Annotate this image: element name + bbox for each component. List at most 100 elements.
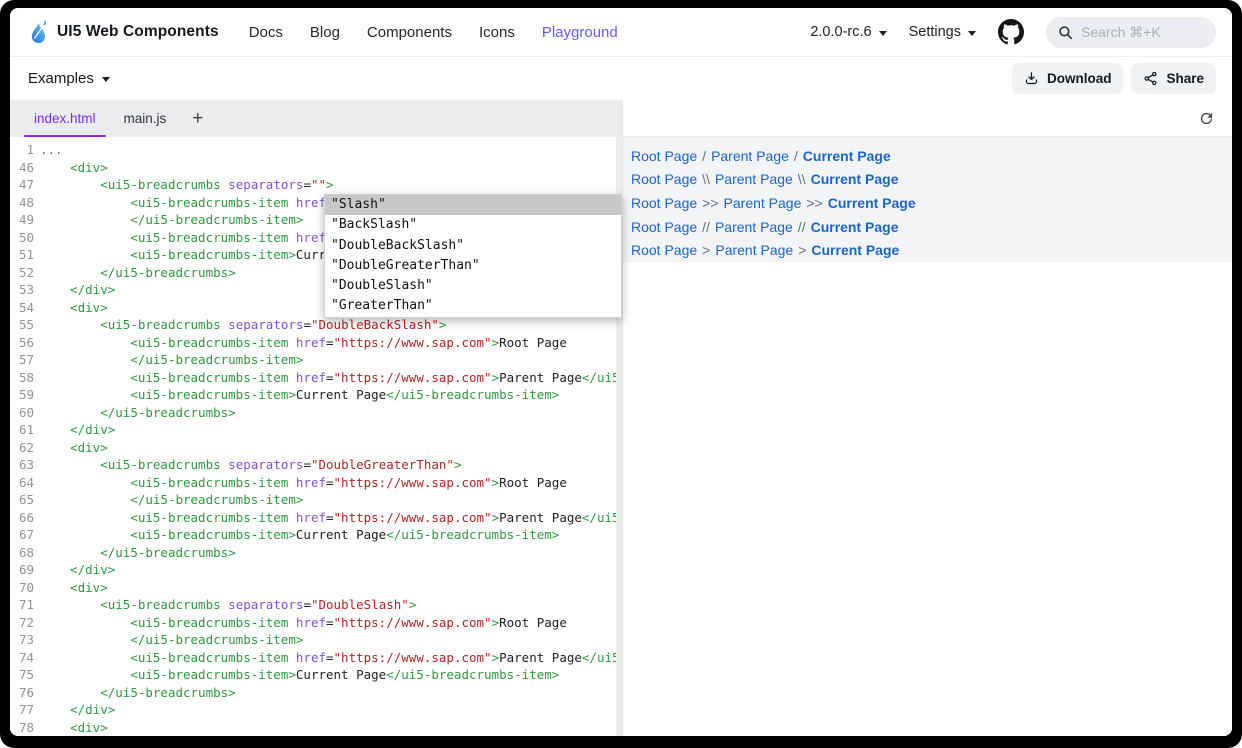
breadcrumb-link[interactable]: Root Page (631, 171, 697, 187)
download-button[interactable]: Download (1012, 63, 1124, 94)
add-tab-button[interactable]: + (180, 100, 215, 137)
breadcrumb-link[interactable]: Parent Page (715, 219, 793, 235)
code-line-content: <ui5-breadcrumbs-item href="https://www.… (40, 474, 567, 492)
line-number: 50 (10, 229, 34, 247)
code-line-content: <ui5-breadcrumbs-item href="https://www.… (40, 614, 567, 632)
download-label: Download (1047, 71, 1112, 86)
nav-link-docs[interactable]: Docs (249, 24, 283, 41)
code-line: 62 <div> (10, 439, 622, 457)
code-line: 77 </div> (10, 701, 622, 719)
code-line-content: <ui5-breadcrumbs-item href="https://www.… (40, 369, 622, 387)
code-line-content: </ui5-breadcrumbs> (40, 684, 236, 702)
breadcrumb-link[interactable]: Parent Page (724, 195, 802, 211)
breadcrumb-link[interactable]: Root Page (631, 195, 697, 211)
breadcrumb-link[interactable]: Root Page (631, 148, 697, 164)
refresh-button[interactable] (1198, 110, 1215, 127)
line-number: 55 (10, 316, 34, 334)
code-line: 59 <ui5-breadcrumbs-item>Current Page</u… (10, 386, 622, 404)
nav-link-icons[interactable]: Icons (479, 24, 515, 41)
code-line: 58 <ui5-breadcrumbs-item href="https://w… (10, 369, 622, 387)
line-number: 52 (10, 264, 34, 282)
breadcrumb-separator: / (702, 148, 706, 164)
nav-link-blog[interactable]: Blog (310, 24, 340, 41)
code-line-content: <div> (40, 299, 108, 317)
code-line-content: </ui5-breadcrumbs-item> (40, 631, 303, 649)
autocomplete-option[interactable]: "Slash" (325, 195, 621, 215)
code-line: 46 <div> (10, 159, 622, 177)
github-link[interactable] (998, 19, 1024, 45)
breadcrumb-link[interactable]: Parent Page (715, 242, 793, 258)
code-line: 57 </ui5-breadcrumbs-item> (10, 351, 622, 369)
code-line-content: </ui5-breadcrumbs-item> (40, 351, 303, 369)
code-line-content: </ui5-breadcrumbs> (40, 544, 236, 562)
autocomplete-option[interactable]: "DoubleSlash" (325, 276, 621, 296)
code-line: 69 </div> (10, 561, 622, 579)
breadcrumb-separator: / (794, 148, 798, 164)
breadcrumb-current: Current Page (811, 171, 899, 187)
code-line-content: </div> (40, 281, 115, 299)
code-line: 63 <ui5-breadcrumbs separators="DoubleGr… (10, 456, 622, 474)
autocomplete-option[interactable]: "GreaterThan" (325, 296, 621, 316)
tab-main-js[interactable]: main.js (110, 100, 181, 137)
line-number: 76 (10, 684, 34, 702)
autocomplete-option[interactable]: "BackSlash" (325, 215, 621, 235)
search-input[interactable]: Search ⌘+K (1046, 17, 1216, 48)
code-line: 64 <ui5-breadcrumbs-item href="https://w… (10, 474, 622, 492)
settings-dropdown[interactable]: Settings (909, 24, 976, 40)
line-number: 48 (10, 194, 34, 212)
search-icon (1058, 25, 1073, 40)
share-button[interactable]: Share (1131, 63, 1216, 94)
code-line: 74 <ui5-breadcrumbs-item href="https://w… (10, 649, 622, 667)
code-line: 70 <div> (10, 579, 622, 597)
ui5-flame-logo-icon (28, 19, 49, 46)
line-number: 53 (10, 281, 34, 299)
breadcrumbs-row: Root Page>>Parent Page>>Current Page (631, 191, 1232, 215)
preview-canvas: Root Page/Parent Page/Current PageRoot P… (623, 137, 1232, 262)
line-number: 75 (10, 666, 34, 684)
autocomplete-option[interactable]: "DoubleGreaterThan" (325, 256, 621, 276)
code-line: 68 </ui5-breadcrumbs> (10, 544, 622, 562)
line-number: 72 (10, 614, 34, 632)
code-line: 66 <ui5-breadcrumbs-item href="https://w… (10, 509, 622, 527)
autocomplete-dropdown: "Slash""BackSlash""DoubleBackSlash""Doub… (324, 194, 622, 318)
code-line-content: <ui5-breadcrumbs-item>Current Page</ui5-… (40, 666, 559, 684)
version-dropdown[interactable]: 2.0.0-rc.6 (810, 24, 886, 40)
editor-tabbar: index.html main.js + (10, 100, 622, 137)
line-number: 74 (10, 649, 34, 667)
breadcrumb-separator: \\ (798, 171, 806, 187)
tab-index-html[interactable]: index.html (20, 100, 110, 137)
code-line: 67 <ui5-breadcrumbs-item>Current Page</u… (10, 526, 622, 544)
breadcrumb-separator: // (702, 219, 710, 235)
breadcrumb-link[interactable]: Root Page (631, 219, 697, 235)
breadcrumbs-row: Root Page/Parent Page/Current Page (631, 144, 1232, 168)
preview-pane: Root Page/Parent Page/Current PageRoot P… (622, 100, 1232, 736)
line-number: 51 (10, 246, 34, 264)
code-line-content: <ui5-breadcrumbs-item href="https://www.… (40, 334, 567, 352)
line-number: 56 (10, 334, 34, 352)
breadcrumb-current: Current Page (811, 219, 899, 235)
examples-label: Examples (28, 70, 94, 87)
breadcrumb-separator: > (798, 242, 806, 258)
line-number: 66 (10, 509, 34, 527)
autocomplete-option[interactable]: "DoubleBackSlash" (325, 236, 621, 256)
line-number: 54 (10, 299, 34, 317)
line-number: 64 (10, 474, 34, 492)
nav-link-components[interactable]: Components (367, 24, 452, 41)
breadcrumb-link[interactable]: Parent Page (711, 148, 789, 164)
code-line-content: <ui5-breadcrumbs-item>Current Page</ui5-… (40, 526, 559, 544)
code-line: 60 </ui5-breadcrumbs> (10, 404, 622, 422)
breadcrumb-link[interactable]: Root Page (631, 242, 697, 258)
version-label: 2.0.0-rc.6 (810, 24, 871, 40)
code-line: 55 <ui5-breadcrumbs separators="DoubleBa… (10, 316, 622, 334)
code-line: 61 </div> (10, 421, 622, 439)
preview-toolbar (623, 100, 1232, 137)
line-number: 65 (10, 491, 34, 509)
examples-dropdown[interactable]: Examples (28, 70, 110, 87)
code-line-content: <div> (40, 579, 108, 597)
brand[interactable]: UI5 Web Components (28, 19, 219, 46)
nav-link-playground[interactable]: Playground (542, 24, 618, 41)
code-line-content: </div> (40, 561, 115, 579)
primary-nav: Docs Blog Components Icons Playground (249, 24, 618, 41)
breadcrumbs-row: Root Page>Parent Page>Current Page (631, 238, 1232, 262)
breadcrumb-link[interactable]: Parent Page (715, 171, 793, 187)
